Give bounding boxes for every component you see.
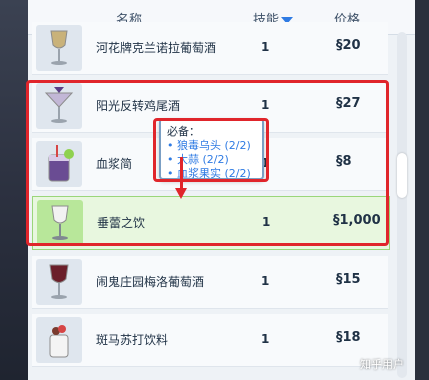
drink-row[interactable]: 斑马苏打饮料 1 §18 <box>32 314 388 367</box>
drink-price-value: 18 <box>342 330 361 345</box>
drink-row[interactable]: 河花牌克兰诺拉葡萄酒 1 §20 <box>32 22 388 75</box>
drink-row[interactable]: 闹鬼庄园梅洛葡萄酒 1 §15 <box>32 256 388 309</box>
annotation-arrow-line <box>180 157 183 191</box>
drink-name: 河花牌克兰诺拉葡萄酒 <box>96 41 217 55</box>
drink-name: 斑马苏打饮料 <box>96 333 169 347</box>
drink-skill: 1 <box>261 332 270 346</box>
red-wine-glass-icon <box>36 259 82 305</box>
watermark: 知乎用户 <box>360 358 404 371</box>
annotation-inner-box <box>153 118 269 182</box>
drink-name: 闹鬼庄园梅洛葡萄酒 <box>96 275 205 289</box>
drink-price: §20 <box>336 38 361 53</box>
list-scrollbar-track[interactable] <box>397 32 407 378</box>
drink-skill: 1 <box>261 274 270 288</box>
drink-price: §18 <box>336 330 361 345</box>
drink-price-value: 15 <box>342 272 361 287</box>
list-scrollbar-thumb[interactable] <box>397 153 407 198</box>
drink-price: §15 <box>336 272 361 287</box>
wine-glass-icon <box>36 25 82 71</box>
drink-skill: 1 <box>261 40 270 54</box>
soda-cup-icon <box>36 317 82 363</box>
drink-price-value: 20 <box>342 38 361 53</box>
annotation-arrow-down-icon <box>175 188 187 199</box>
